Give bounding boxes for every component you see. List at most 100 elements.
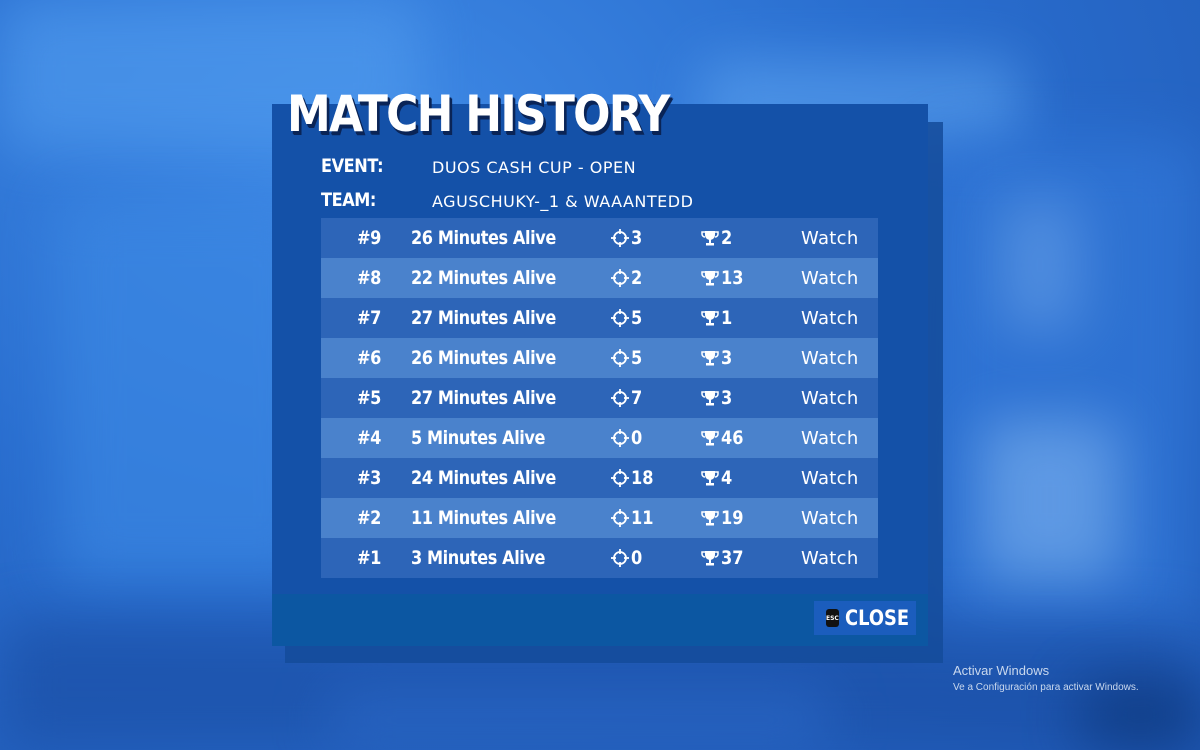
event-label: EVENT:	[321, 155, 384, 177]
match-placement: 46	[701, 427, 747, 449]
elims-count: 2	[631, 267, 643, 289]
trophy-icon	[701, 431, 719, 446]
match-row: #6 26 Minutes Alive 5 3 Watch	[321, 338, 878, 378]
placement-number: 13	[721, 267, 744, 289]
match-time-alive: 27 Minutes Alive	[411, 307, 556, 329]
watch-replay-button[interactable]: Watch	[801, 308, 859, 329]
match-placement: 37	[701, 547, 747, 569]
dialog-title: MATCH HISTORY	[287, 85, 670, 143]
match-list: #9 26 Minutes Alive 3 2 Watch #8 22 Minu…	[321, 218, 878, 578]
trophy-icon	[701, 311, 719, 326]
match-elims: 18	[611, 467, 657, 489]
match-elims: 3	[611, 227, 644, 249]
elims-count: 5	[631, 347, 643, 369]
placement-number: 1	[721, 307, 733, 329]
match-placement: 19	[701, 507, 747, 529]
match-elims: 7	[611, 387, 644, 409]
trophy-icon	[701, 511, 719, 526]
elims-count: 3	[631, 227, 643, 249]
placement-number: 2	[721, 227, 733, 249]
crosshair-icon	[611, 349, 629, 367]
watch-replay-button[interactable]: Watch	[801, 268, 859, 289]
windows-activation-subtitle: Ve a Configuración para activar Windows.	[953, 682, 1139, 693]
placement-number: 4	[721, 467, 733, 489]
match-rank: #8	[357, 267, 381, 289]
placement-number: 37	[721, 547, 744, 569]
match-elims: 5	[611, 307, 644, 329]
event-value: DUOS CASH CUP - OPEN	[432, 158, 637, 177]
match-rank: #4	[357, 427, 381, 449]
match-rank: #9	[357, 227, 381, 249]
match-elims: 5	[611, 347, 644, 369]
match-row: #1 3 Minutes Alive 0 37 Watch	[321, 538, 878, 578]
match-time-alive: 22 Minutes Alive	[411, 267, 556, 289]
trophy-icon	[701, 231, 719, 246]
match-row: #3 24 Minutes Alive 18 4 Watch	[321, 458, 878, 498]
match-rank: #3	[357, 467, 381, 489]
trophy-icon	[701, 551, 719, 566]
match-time-alive: 26 Minutes Alive	[411, 347, 556, 369]
elims-count: 0	[631, 427, 643, 449]
trophy-icon	[701, 391, 719, 406]
match-elims: 0	[611, 547, 644, 569]
placement-number: 46	[721, 427, 744, 449]
crosshair-icon	[611, 429, 629, 447]
match-row: #8 22 Minutes Alive 2 13 Watch	[321, 258, 878, 298]
close-button-label: CLOSE	[844, 606, 909, 630]
placement-number: 19	[721, 507, 744, 529]
crosshair-icon	[611, 509, 629, 527]
match-placement: 3	[701, 387, 734, 409]
windows-activation-title: Activar Windows	[953, 663, 1050, 678]
elims-count: 11	[631, 507, 654, 529]
match-rank: #6	[357, 347, 381, 369]
match-row: #7 27 Minutes Alive 5 1 Watch	[321, 298, 878, 338]
watch-replay-button[interactable]: Watch	[801, 508, 859, 529]
esc-key-icon: ESC	[826, 609, 839, 627]
match-placement: 3	[701, 347, 734, 369]
elims-count: 7	[631, 387, 643, 409]
match-placement: 1	[701, 307, 734, 329]
match-placement: 13	[701, 267, 747, 289]
match-time-alive: 24 Minutes Alive	[411, 467, 556, 489]
watch-replay-button[interactable]: Watch	[801, 548, 859, 569]
elims-count: 5	[631, 307, 643, 329]
team-value: AGUSCHUKY-_1 & WAAANTEDD	[432, 192, 694, 211]
team-label: TEAM:	[321, 189, 376, 211]
match-row: #5 27 Minutes Alive 7 3 Watch	[321, 378, 878, 418]
match-placement: 2	[701, 227, 734, 249]
match-elims: 11	[611, 507, 657, 529]
watch-replay-button[interactable]: Watch	[801, 388, 859, 409]
watch-replay-button[interactable]: Watch	[801, 228, 859, 249]
background-blur-shape	[980, 420, 1120, 580]
match-time-alive: 3 Minutes Alive	[411, 547, 546, 569]
watch-replay-button[interactable]: Watch	[801, 348, 859, 369]
watch-replay-button[interactable]: Watch	[801, 468, 859, 489]
match-elims: 0	[611, 427, 644, 449]
close-button[interactable]: ESC CLOSE	[814, 601, 916, 635]
watch-replay-button[interactable]: Watch	[801, 428, 859, 449]
crosshair-icon	[611, 549, 629, 567]
crosshair-icon	[611, 309, 629, 327]
elims-count: 0	[631, 547, 643, 569]
match-row: #2 11 Minutes Alive 11 19 Watch	[321, 498, 878, 538]
elims-count: 18	[631, 467, 654, 489]
placement-number: 3	[721, 387, 733, 409]
match-rank: #5	[357, 387, 381, 409]
match-rank: #7	[357, 307, 381, 329]
match-time-alive: 11 Minutes Alive	[411, 507, 556, 529]
match-rank: #2	[357, 507, 381, 529]
trophy-icon	[701, 351, 719, 366]
match-row: #9 26 Minutes Alive 3 2 Watch	[321, 218, 878, 258]
trophy-icon	[701, 271, 719, 286]
trophy-icon	[701, 471, 719, 486]
match-time-alive: 5 Minutes Alive	[411, 427, 546, 449]
background-blur-shape	[330, 690, 830, 750]
match-row: #4 5 Minutes Alive 0 46 Watch	[321, 418, 878, 458]
background-blur-shape	[1000, 200, 1080, 330]
match-time-alive: 26 Minutes Alive	[411, 227, 556, 249]
crosshair-icon	[611, 469, 629, 487]
match-time-alive: 27 Minutes Alive	[411, 387, 556, 409]
crosshair-icon	[611, 389, 629, 407]
crosshair-icon	[611, 229, 629, 247]
crosshair-icon	[611, 269, 629, 287]
